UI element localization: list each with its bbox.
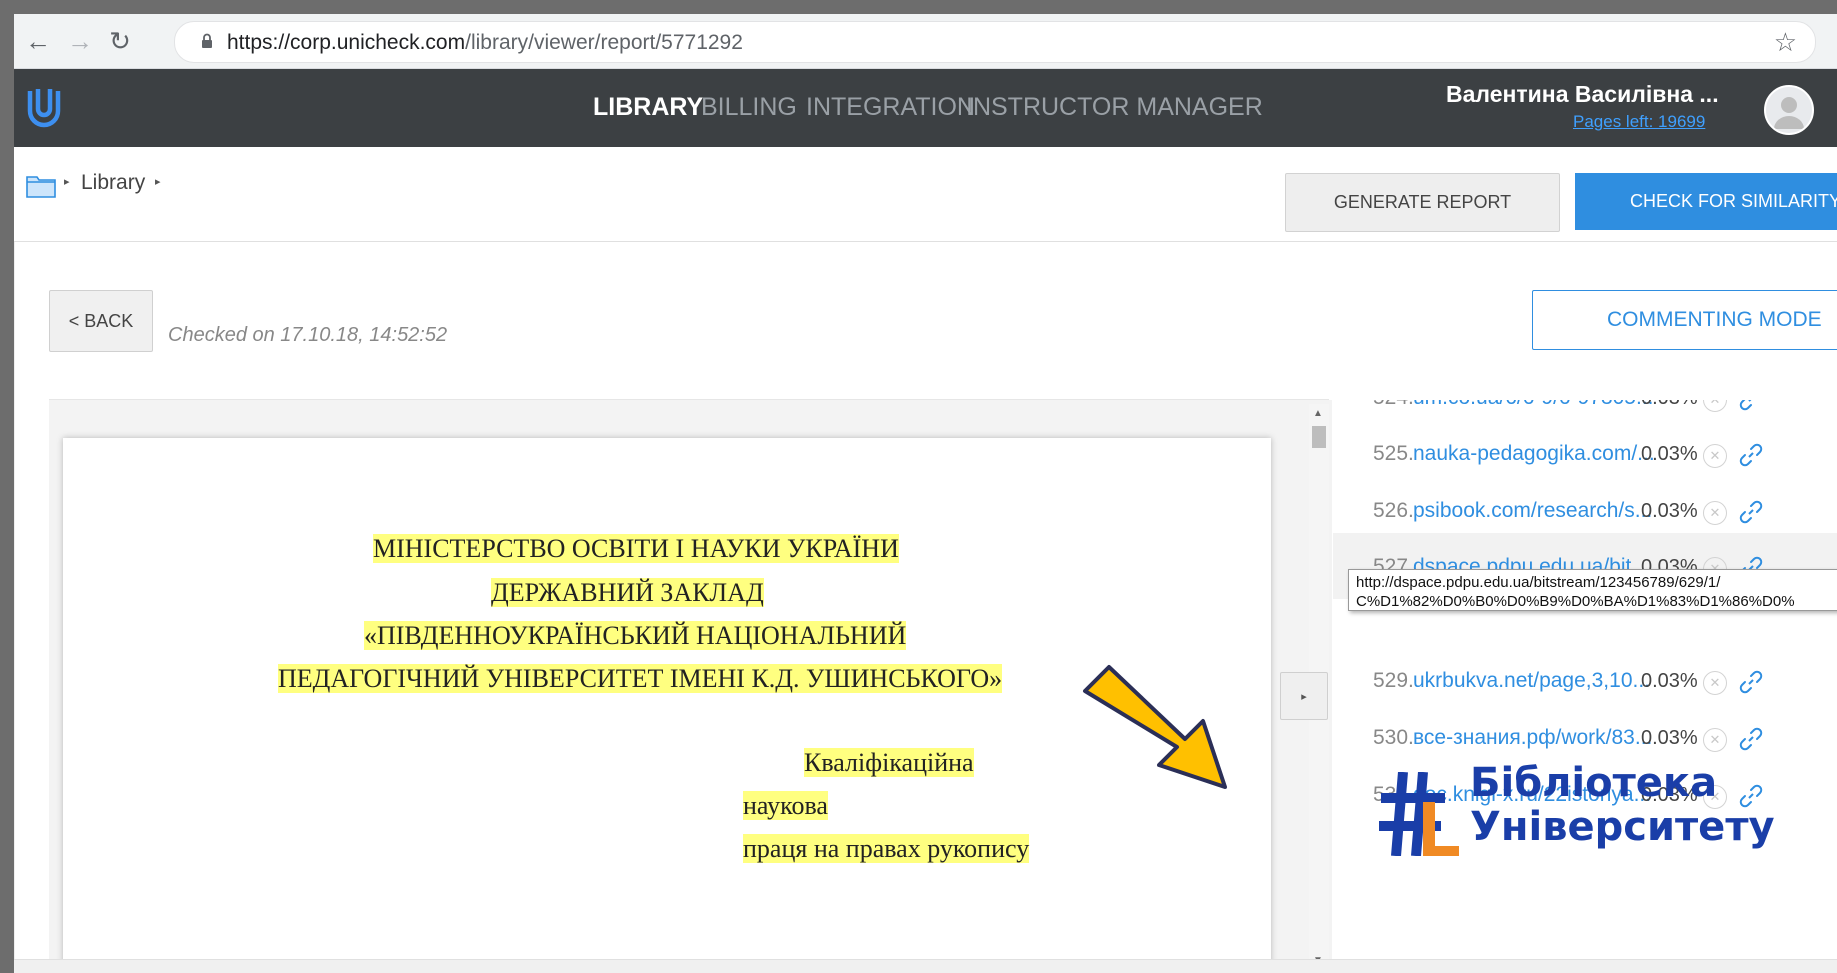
source-link[interactable]: nauka-pedagogika.com/... xyxy=(1413,442,1655,466)
url-tooltip: http://dspace.pdpu.edu.ua/bitstream/1234… xyxy=(1348,569,1837,611)
user-avatar-icon xyxy=(1774,97,1804,129)
back-button[interactable]: < BACK xyxy=(49,290,153,352)
library-watermark: Бібліотека Університету xyxy=(1379,754,1837,973)
back-arrow-icon[interactable]: ← xyxy=(22,25,54,57)
source-percentage: 0.03% xyxy=(1641,400,1698,410)
user-name[interactable]: Валентина Василівна ... xyxy=(1446,81,1719,108)
highlighted-text: ДЕРЖАВНИЙ ЗАКЛАД xyxy=(491,578,764,607)
exclude-source-icon[interactable]: ✕ xyxy=(1703,728,1727,752)
nav-instructor-manager[interactable]: INSTRUCTOR MANAGER xyxy=(966,93,1263,122)
yellow-arrow-annotation xyxy=(1083,665,1227,789)
highlighted-text: Кваліфікаційна xyxy=(804,748,974,777)
nav-integration[interactable]: INTEGRATION xyxy=(806,93,975,122)
address-bar[interactable]: https://corp.unicheck.com/library/viewer… xyxy=(174,21,1816,63)
source-link[interactable]: um.co.ua/6/6-9/6-97305... xyxy=(1413,400,1654,410)
source-number: 526. xyxy=(1373,499,1414,522)
open-link-chain-icon[interactable] xyxy=(1737,498,1765,526)
open-link-chain-icon[interactable] xyxy=(1737,668,1765,696)
folder-icon[interactable] xyxy=(26,174,56,198)
source-number: 529. xyxy=(1373,669,1414,692)
breadcrumb-separator-icon: ▸ xyxy=(64,176,70,188)
source-percentage: 0.03% xyxy=(1641,500,1698,522)
app-header: LIBRARY BILLING INTEGRATION INSTRUCTOR M… xyxy=(14,69,1837,147)
doc-line: ДЕРЖАВНИЙ ЗАКЛАД xyxy=(491,578,764,608)
exclude-source-icon[interactable]: ✕ xyxy=(1703,444,1727,468)
scroll-thumb[interactable] xyxy=(1312,426,1326,448)
source-link[interactable]: ukrbukva.net/page,3,10... xyxy=(1413,669,1650,693)
exclude-source-icon[interactable]: ✕ xyxy=(1703,671,1727,695)
url-text: https://corp.unicheck.com/library/viewer… xyxy=(227,31,743,55)
tooltip-line: C%D1%82%D0%B0%D0%B9%D0%BA%D1%83%D1%86%D0… xyxy=(1356,593,1795,610)
forward-arrow-icon[interactable]: → xyxy=(64,25,96,57)
source-percentage: 0.03% xyxy=(1641,670,1698,692)
checked-on-text: Checked on 17.10.18, 14:52:52 xyxy=(168,324,448,346)
source-percentage: 0.03% xyxy=(1641,443,1698,465)
highlighted-text: ПЕДАГОГІЧНИЙ УНІВЕРСИТЕТ ІМЕНІ К.Д. УШИН… xyxy=(278,664,1003,693)
open-link-chain-icon[interactable] xyxy=(1737,441,1765,469)
toggle-sources-button[interactable]: ▸ xyxy=(1280,672,1328,720)
doc-line: МІНІСТЕРСТВО ОСВІТИ І НАУКИ УКРАЇНИ xyxy=(373,534,899,564)
check-similarity-button[interactable]: CHECK FOR SIMILARITY xyxy=(1575,173,1837,230)
exclude-source-icon[interactable]: ✕ xyxy=(1703,501,1727,525)
breadcrumb-separator-icon: ▸ xyxy=(155,176,161,188)
source-percentage: 0.03% xyxy=(1641,727,1698,749)
bookmark-star-icon[interactable]: ☆ xyxy=(1774,27,1797,58)
nav-billing[interactable]: BILLING xyxy=(701,93,797,122)
pages-left-link[interactable]: Pages left: 19699 xyxy=(1573,112,1705,132)
highlighted-text: наукова xyxy=(743,791,828,820)
source-number: 524. xyxy=(1373,400,1414,410)
url-host: https://corp.unicheck.com xyxy=(227,31,466,54)
avatar[interactable] xyxy=(1764,85,1814,135)
open-link-chain-icon[interactable] xyxy=(1737,725,1765,753)
watermark-line: Університету xyxy=(1470,804,1775,850)
breadcrumb-library[interactable]: Library xyxy=(81,171,145,195)
doc-line: Кваліфікаційна xyxy=(804,748,974,778)
tooltip-line: http://dspace.pdpu.edu.ua/bitstream/1234… xyxy=(1356,574,1721,591)
browser-window: ← → ↻ https://corp.unicheck.com/library/… xyxy=(14,14,1837,973)
breadcrumb: ▸ Library ▸ GENERATE REPORT CHECK FOR SI… xyxy=(14,147,1837,242)
source-number: 530. xyxy=(1373,726,1414,749)
library-logo-mark xyxy=(1379,772,1459,856)
highlighted-text: МІНІСТЕРСТВО ОСВІТИ І НАУКИ УКРАЇНИ xyxy=(373,534,899,563)
unicheck-logo[interactable] xyxy=(22,85,66,131)
highlighted-text: «ПІВДЕННОУКРАЇНСЬКИЙ НАЦІОНАЛЬНИЙ xyxy=(364,621,907,650)
doc-line: праця на правах рукопису xyxy=(743,834,1030,864)
lock-icon xyxy=(202,33,212,48)
scroll-up-arrow-icon[interactable]: ▲ xyxy=(1313,408,1323,419)
doc-line: «ПІВДЕННОУКРАЇНСЬКИЙ НАЦІОНАЛЬНИЙ xyxy=(364,621,907,651)
nav-library[interactable]: LIBRARY xyxy=(593,93,703,122)
source-link[interactable]: все-знания.рф/work/83... xyxy=(1413,726,1652,750)
triangle-right-icon: ▸ xyxy=(1301,690,1307,703)
browser-toolbar: ← → ↻ https://corp.unicheck.com/library/… xyxy=(14,14,1837,69)
source-number: 525. xyxy=(1373,442,1414,465)
watermark-line: Бібліотека xyxy=(1470,760,1718,806)
exclude-source-icon[interactable]: ✕ xyxy=(1703,400,1727,412)
doc-line: наукова xyxy=(743,791,828,821)
generate-report-button[interactable]: GENERATE REPORT xyxy=(1285,173,1560,232)
highlighted-text: праця на правах рукопису xyxy=(743,834,1030,863)
doc-line: ПЕДАГОГІЧНИЙ УНІВЕРСИТЕТ ІМЕНІ К.Д. УШИН… xyxy=(278,664,1003,694)
url-path: /library/viewer/report/5771292 xyxy=(465,31,743,54)
source-link[interactable]: psibook.com/research/s... xyxy=(1413,499,1652,523)
open-link-chain-icon[interactable] xyxy=(1737,400,1765,413)
commenting-mode-button[interactable]: COMMENTING MODE xyxy=(1532,290,1837,350)
reload-icon[interactable]: ↻ xyxy=(104,25,136,57)
